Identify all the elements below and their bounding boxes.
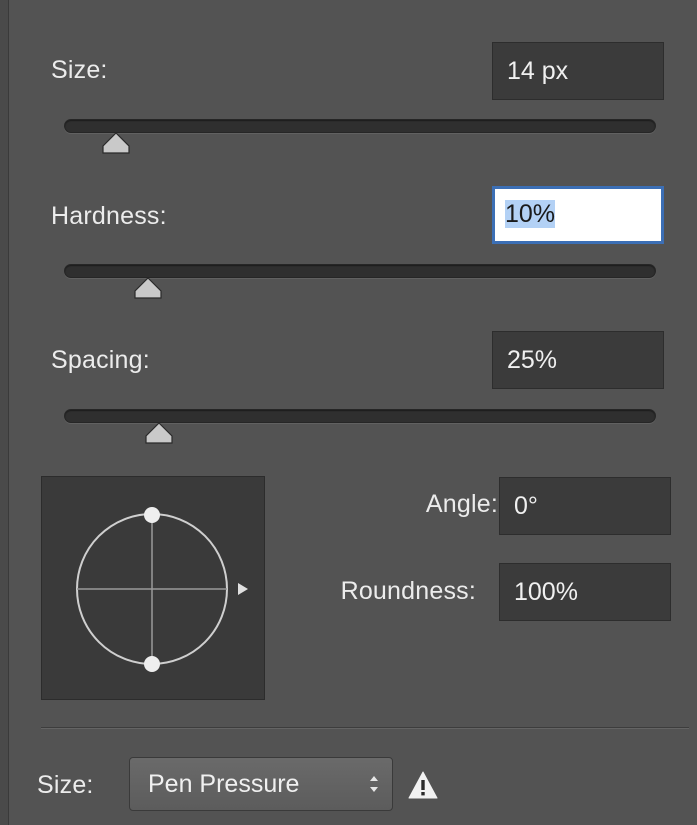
hardness-value-selected: 10%	[505, 200, 556, 228]
brush-tip-shape-panel: Size: 14 px Hardness: 10% Spacing: 25% A…	[8, 0, 697, 825]
spacing-label: Spacing:	[51, 346, 150, 374]
brush-tip-circle-icon[interactable]	[42, 477, 264, 699]
roundness-field[interactable]: 100%	[499, 563, 671, 621]
size-slider-thumb[interactable]	[102, 132, 130, 154]
warning-triangle-icon[interactable]	[407, 770, 439, 800]
up-down-chevron-icon	[370, 776, 378, 792]
panel-left-edge	[0, 0, 8, 825]
size-field[interactable]: 14 px	[492, 42, 664, 100]
spacing-field[interactable]: 25%	[492, 331, 664, 389]
roundness-handle-bottom[interactable]	[144, 656, 160, 672]
hardness-slider-thumb[interactable]	[134, 277, 162, 299]
angle-field[interactable]: 0°	[499, 477, 671, 535]
spacing-slider-thumb[interactable]	[144, 422, 173, 444]
spacing-slider[interactable]	[64, 409, 656, 444]
brush-tip-preview[interactable]	[41, 476, 265, 700]
size-control-select[interactable]: Pen Pressure	[129, 757, 393, 811]
size-slider[interactable]	[64, 119, 656, 154]
angle-label: Angle:	[425, 490, 498, 518]
angle-arrow-icon[interactable]	[238, 583, 248, 595]
roundness-handle-top[interactable]	[144, 507, 160, 523]
hardness-slider[interactable]	[64, 264, 656, 299]
section-divider	[41, 727, 689, 728]
size-label: Size:	[51, 56, 108, 84]
size-control-value: Pen Pressure	[148, 770, 300, 798]
hardness-label: Hardness:	[51, 202, 167, 230]
size-control-label: Size:	[37, 771, 94, 799]
roundness-label: Roundness:	[340, 577, 476, 605]
hardness-field[interactable]: 10%	[492, 186, 664, 244]
